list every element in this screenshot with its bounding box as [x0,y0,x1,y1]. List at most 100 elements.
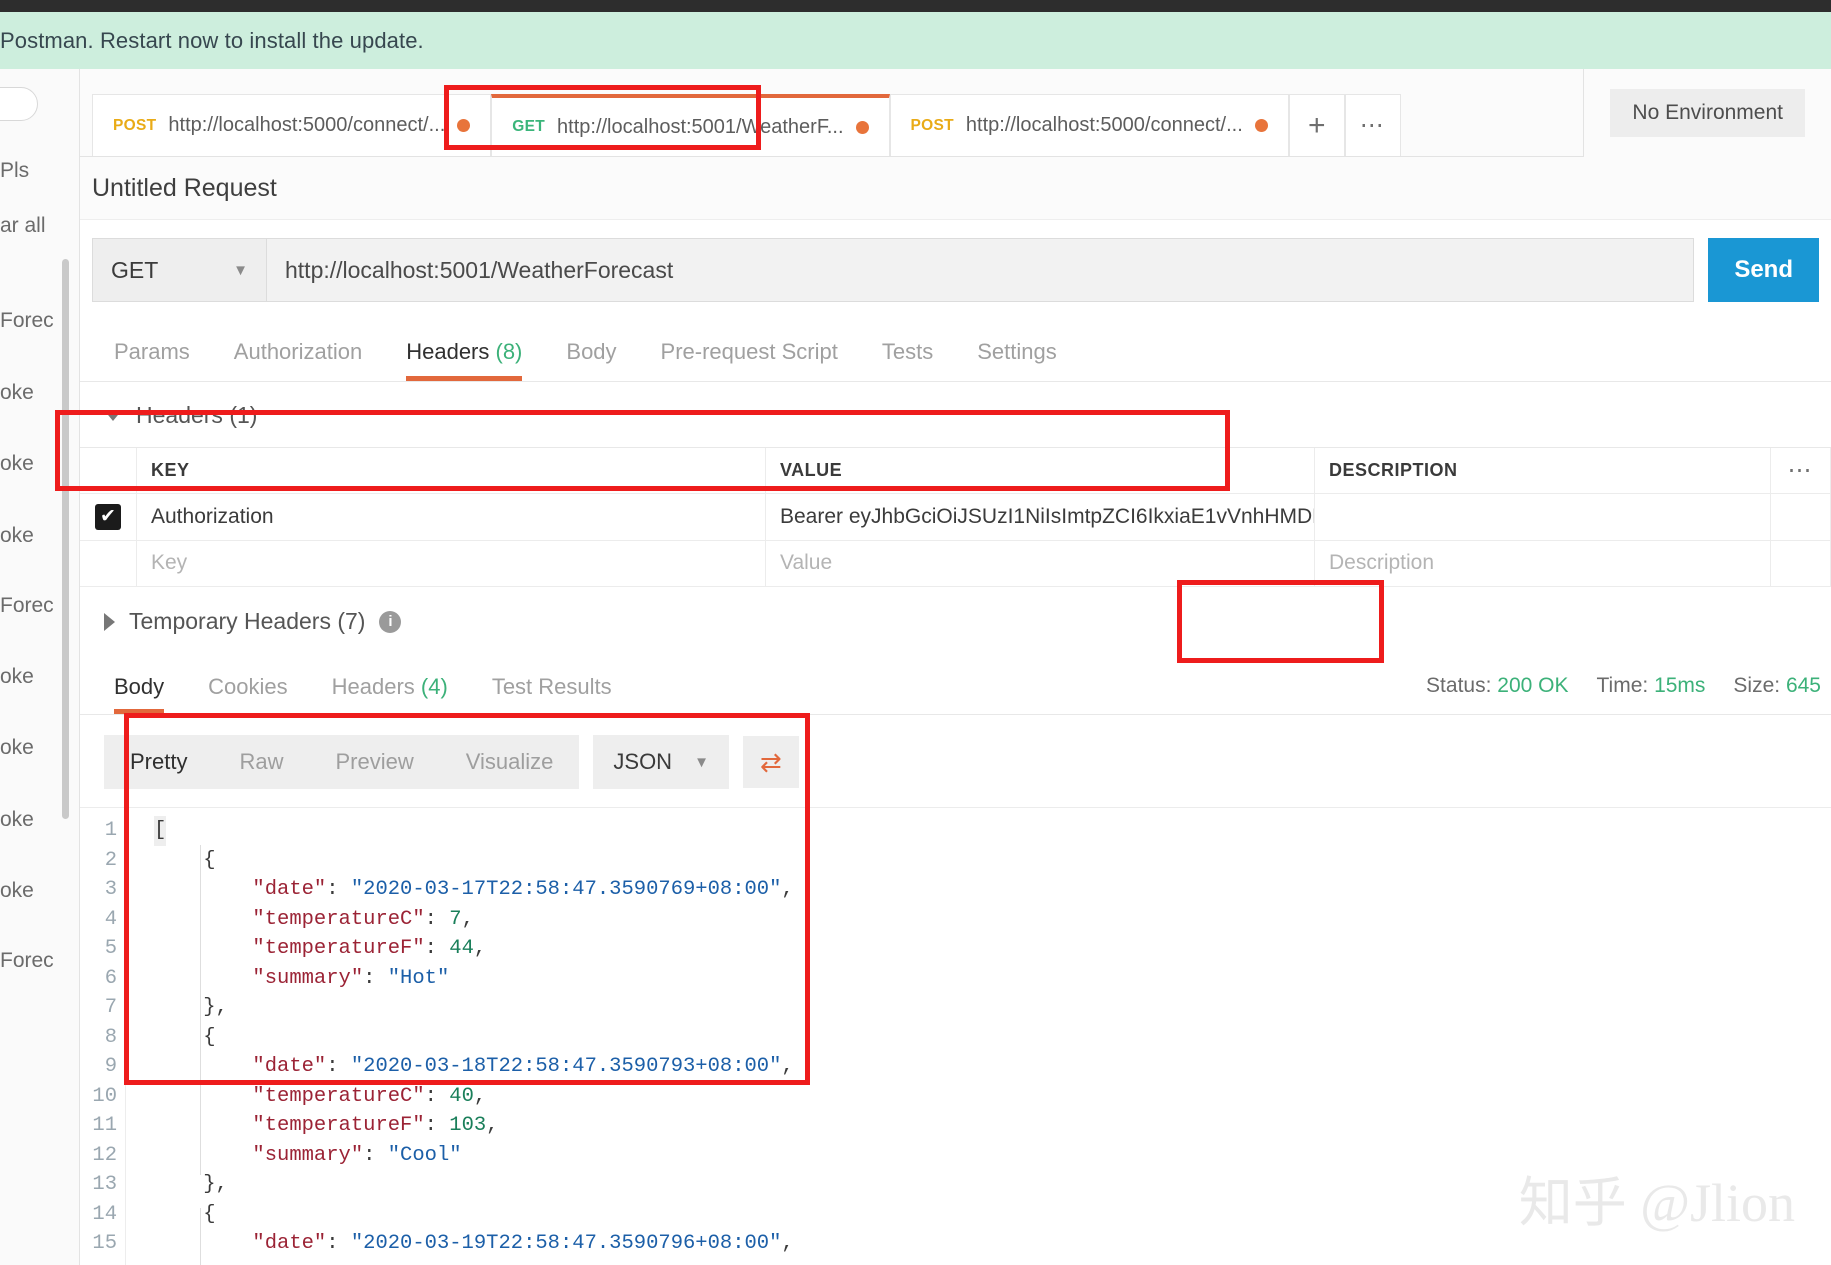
info-icon[interactable]: i [379,610,402,633]
header-description-input[interactable] [1315,494,1771,541]
code-token: , [461,907,474,931]
temporary-headers-group[interactable]: Temporary Headers (7) i [80,586,1831,657]
format-tab-raw[interactable]: Raw [213,735,309,789]
format-tab-pretty[interactable]: Pretty [104,735,213,789]
update-banner-message: Postman. Restart now to install the upda… [0,27,424,53]
sidebar-label-4[interactable]: oke [0,452,34,476]
code-token: , [781,1232,794,1255]
sidebar-label-6[interactable]: Forec [0,594,54,618]
bulk-edit-button[interactable]: ⋯ [1771,448,1831,494]
sidebar-label-11[interactable]: Forec [0,949,54,973]
tab-authorization-label: Authorization [233,339,363,364]
code-token: , [473,1084,487,1108]
column-header-description: DESCRIPTION [1329,460,1458,480]
request-tab-1-method: GET [512,118,546,135]
tab-pre-request-script[interactable]: Pre-request Script [639,339,860,381]
line-number: 10 [92,1084,117,1108]
tab-params[interactable]: Params [92,339,212,381]
new-row-checkbox[interactable] [80,540,137,587]
tab-settings[interactable]: Settings [955,339,1079,381]
row-actions[interactable] [1771,494,1831,541]
request-tab-0[interactable]: POST http://localhost:5000/connect/... [92,94,492,156]
code-line: "date": "2020-03-17T22:58:47.3590769+08:… [154,875,1831,905]
sidebar-label-0[interactable]: Pls [0,159,29,183]
time-badge: Time: 15ms [1596,674,1705,698]
new-tab-button[interactable]: + [1288,94,1345,156]
column-header-key: KEY [151,460,190,480]
tab-body-label: Body [566,339,617,364]
app-shell: Pls ar all Forec oke oke oke Forec oke o… [0,69,1831,1265]
header-enabled-checkbox[interactable]: ✔ [80,494,137,541]
tab-tests[interactable]: Tests [860,339,955,381]
tab-options-button[interactable]: ⋯ [1344,94,1401,156]
response-tabs: Body Cookies Headers (4) Test Results St… [80,657,1831,715]
format-tab-visualize[interactable]: Visualize [440,735,580,789]
sidebar-label-2[interactable]: Forec [0,309,54,333]
send-button[interactable]: Send [1708,238,1819,302]
header-row-select-all[interactable] [80,448,137,494]
new-header-key-input[interactable]: Key [137,540,766,587]
app-root: Postman. Restart now to install the upda… [0,0,1831,1265]
checkmark-icon: ✔ [95,504,121,530]
method-select[interactable]: GET ▼ [92,238,266,302]
sidebar-label-1[interactable]: ar all [0,214,46,238]
sidebar-label-8[interactable]: oke [0,736,34,760]
code-token: "2020-03-17T22:58:47.3590769+08:00" [350,878,782,901]
code-token: 44 [449,937,474,960]
tab-body[interactable]: Body [544,339,638,381]
watermark: 知乎 @Jlion [1518,1173,1795,1233]
code-token: { [203,1202,216,1226]
page-title: Untitled Request [92,173,277,202]
request-tab-2-method: POST [910,116,954,134]
header-value-input[interactable]: Bearer eyJhbGciOiJSUzI1NiIsImtpZCI6Ikxia… [766,494,1315,541]
tab-headers-count: (8) [495,339,523,364]
table-row[interactable]: ✔ Authorization Bearer eyJhbGciOiJSUzI1N… [80,494,1831,541]
tab-headers[interactable]: Headers (8) [384,339,544,381]
request-tab-1[interactable]: GET http://localhost:5001/WeatherF... [491,94,890,156]
code-token: : [424,1084,450,1108]
code-token: "Cool" [387,1143,462,1167]
sidebar-scrollbar[interactable] [62,259,69,819]
sidebar-label-9[interactable]: oke [0,808,34,832]
line-number: 12 [92,1143,117,1167]
header-key-input[interactable]: Authorization [137,494,766,541]
unsaved-dot-icon [1254,119,1268,132]
sidebar-label-7[interactable]: oke [0,665,34,689]
time-value: 15ms [1654,674,1706,697]
line-number: 15 [92,1232,117,1255]
response-tab-headers[interactable]: Headers (4) [310,674,470,714]
temporary-headers-label: Temporary Headers (7) [129,608,366,634]
response-tab-test-results[interactable]: Test Results [470,674,634,714]
url-input[interactable]: http://localhost:5001/WeatherForecast [266,238,1695,302]
code-line: }, [154,993,1831,1023]
new-header-value-input[interactable]: Value [766,540,1315,587]
response-language-select[interactable]: JSON ▼ [593,735,729,789]
new-row-actions[interactable] [1771,540,1831,587]
request-tab-2[interactable]: POST http://localhost:5000/connect/... [889,94,1289,156]
code-token: "2020-03-18T22:58:47.3590793+08:00" [350,1055,782,1078]
word-wrap-icon[interactable]: ⇄ [742,736,799,788]
line-number: 3 [104,878,117,901]
code-token: "date" [252,1232,327,1255]
line-number: 1 [104,819,117,842]
sidebar-label-3[interactable]: oke [0,381,34,405]
response-tab-cookies[interactable]: Cookies [186,674,309,714]
code-token: : [326,1055,351,1078]
code-token: 40 [449,1084,474,1108]
code-token: [ [154,819,167,842]
sidebar-search-pill[interactable] [0,87,38,121]
sidebar-label-10[interactable]: oke [0,879,34,903]
new-header-description-input[interactable]: Description [1315,540,1771,587]
environment-selector-wrap: No Environment [1583,69,1831,157]
format-tab-preview[interactable]: Preview [309,735,439,789]
headers-group-title[interactable]: Headers (1) [80,382,1831,447]
environment-select[interactable]: No Environment [1610,89,1805,137]
line-number: 2 [104,848,117,872]
tab-authorization[interactable]: Authorization [212,339,384,381]
response-tab-body[interactable]: Body [92,674,186,714]
sidebar-label-5[interactable]: oke [0,524,34,548]
code-token: : [424,907,450,931]
code-line: "summary": "Hot" [154,964,1831,994]
status-label: Status: [1426,674,1492,697]
table-row-new[interactable]: Key Value Description [80,540,1831,587]
